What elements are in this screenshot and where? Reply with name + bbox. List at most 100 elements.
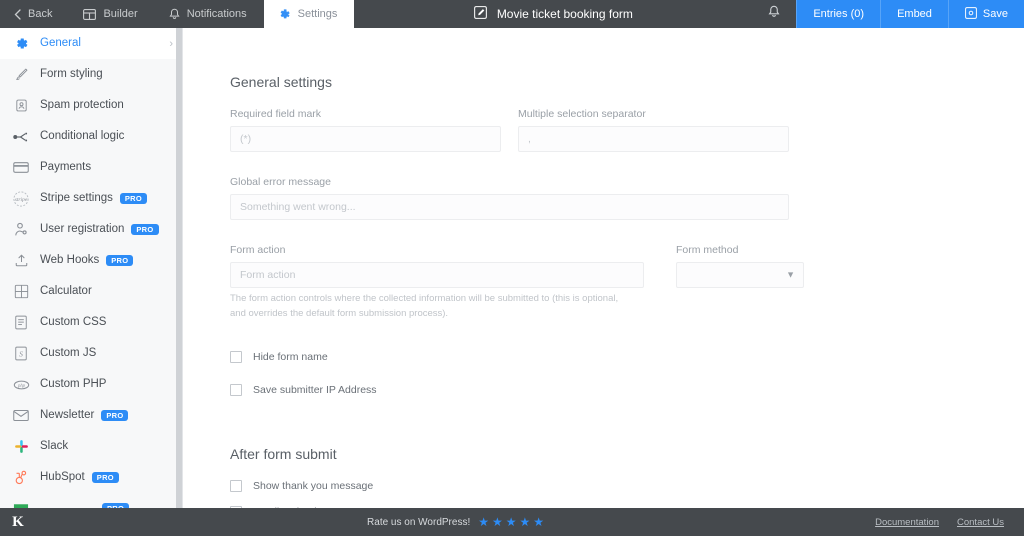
footer-link-documentation[interactable]: Documentation	[875, 517, 939, 528]
required-field-mark-input[interactable]	[230, 126, 501, 152]
pro-badge: PRO	[106, 254, 134, 267]
checkbox-hide-form-name[interactable]: Hide form name	[230, 351, 972, 364]
upload-icon	[12, 252, 30, 270]
sidebar-item-label: Custom JS	[40, 346, 97, 359]
sidebar-item-label: User registration	[40, 222, 125, 235]
embed-button[interactable]: Embed	[880, 0, 948, 28]
checkbox-box[interactable]	[230, 351, 242, 364]
hubspot-icon	[12, 469, 30, 487]
tab-notifications-label: Notifications	[186, 7, 247, 20]
sidebar-item-partial[interactable]: PRO	[0, 493, 182, 508]
required-field-mark-field: Required field mark	[230, 108, 501, 152]
tab-settings-label: Settings	[297, 7, 338, 20]
global-error-message-field: Global error message	[230, 176, 789, 220]
svg-text:stripe: stripe	[15, 197, 28, 203]
notifications-bell-button[interactable]	[752, 0, 796, 28]
star-icon-1[interactable]: ★	[478, 516, 489, 528]
save-button[interactable]: Save	[947, 0, 1024, 28]
envelope-icon	[12, 407, 30, 425]
sidebar-item-form-styling[interactable]: Form styling	[0, 59, 182, 90]
form-title: Movie ticket booking form	[354, 0, 752, 28]
sidebar-item-payments[interactable]: Payments	[0, 152, 182, 183]
star-icon-4[interactable]: ★	[520, 516, 531, 528]
sidebar-item-label: HubSpot	[40, 470, 85, 483]
svg-text:php: php	[16, 383, 25, 388]
sidebar-item-web-hooks[interactable]: Web Hooks PRO	[0, 245, 182, 276]
back-button[interactable]: Back	[0, 0, 69, 28]
sidebar-list: General › Form styling Spam protection Condi…	[0, 28, 182, 508]
gear-icon	[278, 8, 291, 21]
css-document-icon	[12, 314, 30, 332]
back-label: Back	[28, 7, 53, 20]
multiple-selection-separator-field: Multiple selection separator	[518, 108, 789, 152]
star-icon-3[interactable]: ★	[506, 516, 517, 528]
form-action-input[interactable]	[230, 262, 644, 288]
after-submit-checkbox-group: Show thank you messageScroll to thank yo…	[230, 480, 972, 508]
pro-badge: PRO	[131, 223, 159, 236]
sidebar-item-user-registration[interactable]: User registration PRO	[0, 214, 182, 245]
checkbox-show-thank-you-message[interactable]: Show thank you message	[230, 480, 972, 493]
tab-builder-label: Builder	[103, 7, 138, 20]
sidebar-item-conditional-logic[interactable]: Conditional logic	[0, 121, 182, 152]
sidebar-item-label: Stripe settings	[40, 191, 113, 204]
entries-button[interactable]: Entries (0)	[796, 0, 881, 28]
entries-label: Entries (0)	[813, 8, 865, 20]
brush-icon	[12, 66, 30, 84]
general-checkbox-group: Hide form name Save submitter IP Address	[230, 351, 972, 397]
php-elephant-icon: php	[12, 376, 30, 394]
sidebar-item-spam-protection[interactable]: Spam protection	[0, 90, 182, 121]
required-field-mark-label: Required field mark	[230, 108, 322, 120]
checkbox-label: Save submitter IP Address	[253, 384, 377, 397]
tab-settings[interactable]: Settings	[263, 0, 355, 28]
shield-user-icon	[12, 97, 30, 115]
sidebar-item-calculator[interactable]: Calculator	[0, 276, 182, 307]
sidebar-item-custom-css[interactable]: Custom CSS	[0, 307, 182, 338]
sidebar-item-label: Spam protection	[40, 98, 124, 111]
builder-icon	[83, 8, 97, 20]
sidebar-item-general[interactable]: General ›	[0, 28, 182, 59]
sidebar-item-custom-php[interactable]: php Custom PHP	[0, 369, 182, 400]
credit-card-icon	[12, 159, 30, 177]
sidebar-item-stripe-settings[interactable]: stripe Stripe settings PRO	[0, 183, 182, 214]
global-error-message-label: Global error message	[230, 176, 331, 188]
sidebar-item-newsletter[interactable]: Newsletter PRO	[0, 400, 182, 431]
checkbox-box[interactable]	[230, 480, 242, 493]
form-action-field: Form action The form action controls whe…	[230, 244, 644, 321]
tab-notifications[interactable]: Notifications	[155, 0, 264, 28]
sidebar-item-label: General	[40, 36, 81, 49]
multiple-selection-separator-input[interactable]	[518, 126, 789, 152]
global-error-message-input[interactable]	[230, 194, 789, 220]
kaliforms-logo: K	[12, 513, 24, 530]
footer-link-contact-us[interactable]: Contact Us	[957, 517, 1004, 528]
pro-badge: PRO	[119, 192, 148, 205]
footer-links: Documentation Contact Us	[875, 517, 1024, 528]
star-icon-2[interactable]: ★	[492, 516, 503, 528]
sidebar-item-slack[interactable]: Slack	[0, 431, 182, 462]
form-method-field: Form method GETPOST ▼	[676, 244, 804, 321]
save-icon	[965, 6, 977, 22]
checkbox-label: Hide form name	[253, 351, 328, 364]
form-method-select[interactable]: GETPOST	[676, 262, 804, 288]
rating-stars[interactable]: ★ ★ ★ ★ ★	[478, 516, 544, 528]
footer-bar: K Rate us on WordPress! ★ ★ ★ ★ ★ Documentat…	[0, 508, 1024, 536]
sidebar-item-label: Calculator	[40, 284, 92, 297]
main-content: General settings Required field mark Mul…	[183, 28, 1024, 508]
form-title-text: Movie ticket booking form	[496, 7, 633, 21]
sidebar-item-custom-js[interactable]: S Custom JS	[0, 338, 182, 369]
sidebar-item-label: Payments	[40, 160, 92, 173]
app-root: Back Builder Notifications Settings Movi…	[0, 0, 1024, 536]
sidebar-scrollbar[interactable]	[176, 28, 182, 508]
after-form-submit-heading: After form submit	[230, 446, 337, 463]
svg-text:S: S	[19, 349, 23, 358]
embed-label: Embed	[897, 8, 932, 20]
sidebar-item-label: Custom CSS	[40, 315, 107, 328]
edit-pencil-icon[interactable]	[473, 6, 487, 22]
star-icon-5[interactable]: ★	[533, 516, 544, 528]
bell-icon	[768, 5, 780, 23]
checkbox-box[interactable]	[230, 384, 242, 397]
logic-branch-icon	[12, 128, 30, 146]
tab-builder[interactable]: Builder	[69, 0, 154, 28]
sidebar-item-label: Newsletter	[40, 408, 95, 421]
checkbox-save-submitter-ip-address[interactable]: Save submitter IP Address	[230, 384, 972, 397]
sidebar-item-hubspot[interactable]: HubSpot PRO	[0, 462, 182, 493]
